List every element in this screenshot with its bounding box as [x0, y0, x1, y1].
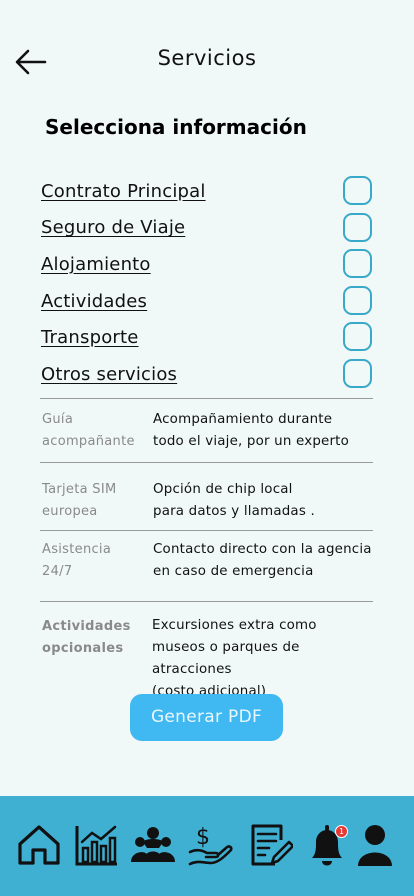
bottom-nav: $ 1: [0, 796, 414, 896]
option-label[interactable]: Alojamiento: [41, 254, 151, 275]
option-label[interactable]: Otros servicios: [41, 364, 177, 385]
info-description: Acompañamiento durante todo el viaje, po…: [153, 412, 350, 449]
option-checkbox[interactable]: [343, 249, 372, 279]
notification-badge: 1: [335, 825, 348, 838]
home-icon: [18, 825, 60, 865]
info-row: Asistencia 24/7 Contacto directo con la …: [40, 530, 373, 601]
option-label[interactable]: Seguro de Viaje: [41, 217, 185, 238]
info-row: Tarjeta SIM europea Opción de chip local…: [40, 462, 373, 530]
option-checkbox[interactable]: [343, 285, 372, 315]
section-title: Selecciona información: [45, 115, 307, 139]
nav-payments[interactable]: $: [187, 822, 233, 868]
option-label[interactable]: Transporte: [41, 327, 139, 348]
info-label: Actividades opcionales: [42, 619, 131, 656]
info-row: Guía acompañante Acompañamiento durante …: [40, 398, 373, 462]
option-actividades: Actividades: [41, 283, 376, 320]
option-checkbox[interactable]: [343, 322, 372, 352]
info-row: Actividades opcionales Excursiones extra…: [40, 601, 373, 699]
option-label[interactable]: Contrato Principal: [41, 181, 206, 202]
profile-icon: [358, 825, 392, 866]
header: Servicios: [0, 0, 414, 110]
option-transporte: Transporte: [41, 319, 376, 356]
nav-statistics[interactable]: [73, 822, 119, 868]
services-info-table: Guía acompañante Acompañamiento durante …: [40, 398, 373, 699]
option-checkbox[interactable]: [343, 358, 372, 388]
option-alojamiento: Alojamiento: [41, 246, 376, 283]
info-description: Excursiones extra como museos o parques …: [152, 618, 317, 699]
svg-text:$: $: [196, 825, 210, 850]
document-icon: [251, 824, 295, 866]
page-title: Servicios: [157, 46, 257, 70]
generate-pdf-button[interactable]: Generar PDF: [130, 694, 283, 741]
info-label: Tarjeta SIM europea: [42, 482, 117, 519]
nav-group[interactable]: [130, 822, 176, 868]
nav-profile[interactable]: [352, 822, 398, 868]
nav-notifications[interactable]: 1: [304, 822, 350, 868]
info-label: Guía acompañante: [42, 412, 135, 449]
option-label[interactable]: Actividades: [41, 291, 147, 312]
option-seguro-de-viaje: Seguro de Viaje: [41, 210, 376, 247]
group-icon: [131, 827, 175, 862]
nav-documents[interactable]: [247, 822, 295, 868]
info-description: Contacto directo con la agencia en caso …: [153, 542, 372, 579]
option-checkbox[interactable]: [343, 176, 372, 205]
info-description: Opción de chip local para datos y llamad…: [153, 482, 315, 519]
chart-icon: [75, 825, 117, 866]
option-otros-servicios: Otros servicios: [41, 356, 376, 393]
nav-home[interactable]: [16, 822, 62, 868]
option-contrato-principal: Contrato Principal: [41, 173, 376, 210]
payment-icon: $: [188, 825, 233, 866]
option-checkbox[interactable]: [343, 212, 372, 242]
info-label: Asistencia 24/7: [42, 542, 112, 579]
options-list: Contrato Principal Seguro de Viaje Aloja…: [41, 173, 376, 393]
